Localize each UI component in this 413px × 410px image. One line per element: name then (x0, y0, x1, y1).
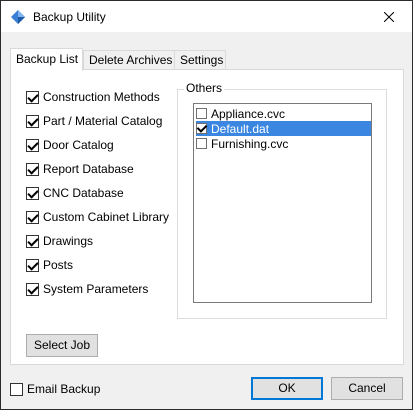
backup-item-label: Drawings (43, 234, 94, 248)
others-item-checkbox[interactable] (196, 123, 207, 134)
close-button[interactable] (366, 1, 412, 32)
backup-item-checkbox[interactable] (26, 162, 39, 176)
title-bar: Backup Utility (1, 1, 412, 32)
others-list-item[interactable]: Appliance.cvc (196, 106, 371, 121)
backup-item-row[interactable]: Custom Cabinet Library (26, 209, 169, 225)
backup-item-checkbox[interactable] (26, 114, 39, 128)
cancel-button[interactable]: Cancel (331, 377, 403, 400)
backup-utility-window: Backup Utility Backup List Delete Archiv… (0, 0, 413, 410)
email-backup-checkbox[interactable] (10, 382, 23, 396)
backup-item-checkbox[interactable] (26, 138, 39, 152)
others-item-label: Appliance.cvc (211, 106, 286, 121)
others-legend: Others (184, 81, 225, 95)
backup-item-row[interactable]: Part / Material Catalog (26, 113, 162, 129)
others-item-checkbox[interactable] (196, 108, 207, 119)
app-diamond-icon (10, 9, 26, 25)
others-item-label: Furnishing.cvc (211, 136, 289, 151)
backup-item-row[interactable]: Construction Methods (26, 89, 160, 105)
backup-item-row[interactable]: Posts (26, 257, 73, 273)
others-list-item[interactable]: Default.dat (196, 121, 371, 136)
backup-item-row[interactable]: System Parameters (26, 281, 148, 297)
backup-item-label: Door Catalog (43, 138, 114, 152)
backup-item-label: Construction Methods (43, 90, 160, 104)
backup-item-label: Report Database (43, 162, 134, 176)
backup-item-row[interactable]: CNC Database (26, 185, 124, 201)
others-item-checkbox[interactable] (196, 138, 207, 149)
backup-item-checkbox[interactable] (26, 282, 39, 296)
select-job-button[interactable]: Select Job (26, 334, 98, 357)
backup-item-label: CNC Database (43, 186, 124, 200)
others-item-label: Default.dat (211, 121, 270, 136)
backup-item-checkbox[interactable] (26, 258, 39, 272)
close-icon (384, 11, 394, 22)
tab-settings[interactable]: Settings (174, 50, 226, 70)
backup-item-checkbox[interactable] (26, 186, 39, 200)
window-title: Backup Utility (33, 9, 106, 24)
backup-item-label: Posts (43, 258, 74, 272)
email-backup-label: Email Backup (27, 382, 101, 396)
others-listbox[interactable]: Appliance.cvc Default.dat Furnishing.cvc (193, 103, 372, 303)
backup-item-label: System Parameters (43, 282, 149, 296)
backup-item-row[interactable]: Door Catalog (26, 137, 114, 153)
backup-item-label: Custom Cabinet Library (43, 210, 170, 224)
others-list-item[interactable]: Furnishing.cvc (196, 136, 371, 151)
tab-delete-archives[interactable]: Delete Archives (83, 50, 175, 70)
tab-backup-list[interactable]: Backup List (10, 48, 83, 71)
backup-item-checkbox[interactable] (26, 210, 39, 224)
backup-item-row[interactable]: Report Database (26, 161, 134, 177)
backup-item-row[interactable]: Drawings (26, 233, 93, 249)
backup-item-label: Part / Material Catalog (43, 114, 163, 128)
backup-item-checkbox[interactable] (26, 234, 39, 248)
backup-item-checkbox[interactable] (26, 90, 39, 104)
email-backup-row[interactable]: Email Backup (10, 382, 100, 396)
ok-button[interactable]: OK (251, 377, 323, 400)
